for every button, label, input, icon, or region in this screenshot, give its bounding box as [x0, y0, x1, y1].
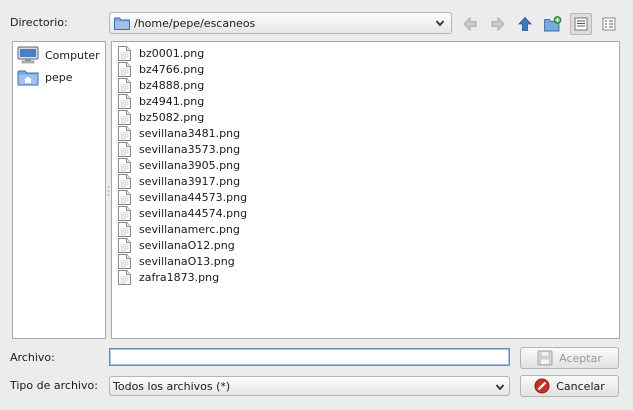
place-label: pepe [45, 70, 73, 84]
file-row[interactable]: sevillana3917.png [118, 173, 240, 189]
file-name: sevillana3905.png [139, 158, 241, 172]
place-label: Computer [45, 48, 100, 62]
parent-folder-button[interactable] [514, 13, 536, 35]
file-name: bz4888.png [139, 78, 205, 92]
up-arrow-icon [518, 16, 532, 31]
cancel-button[interactable]: Cancelar [520, 375, 619, 397]
file-row[interactable]: bz5082.png [118, 109, 204, 125]
file-list: bz0001.png bz4766.png bz4888.png bz4941.png… [111, 41, 620, 339]
icon-view-toggle[interactable] [570, 13, 592, 35]
list-view-toggle[interactable] [598, 13, 620, 35]
forward-arrow-icon [491, 17, 505, 31]
filetype-label: Tipo de archivo: [10, 379, 98, 392]
file-icon [118, 93, 131, 109]
file-name: sevillana44573.png [139, 190, 248, 204]
file-row[interactable]: sevillana44574.png [118, 205, 247, 221]
file-name: sevillanamerc.png [139, 222, 240, 236]
file-icon [118, 237, 131, 253]
file-name: sevillanaO13.png [139, 254, 235, 268]
file-name: bz4766.png [139, 62, 205, 76]
file-name: sevillana44574.png [139, 206, 248, 220]
splitter-handle[interactable] [107, 185, 110, 197]
filename-label: Archivo: [10, 351, 55, 364]
list-view-icon [602, 17, 616, 31]
file-name: zafra1873.png [139, 270, 220, 284]
filetype-selected: Todos los archivos (*) [113, 379, 231, 393]
file-icon [118, 109, 131, 125]
file-icon [118, 77, 131, 93]
file-row[interactable]: sevillana3573.png [118, 141, 240, 157]
file-name: sevillana3573.png [139, 142, 241, 156]
new-folder-button[interactable] [542, 13, 564, 35]
file-row[interactable]: sevillanamerc.png [118, 221, 240, 237]
filename-input[interactable] [109, 348, 510, 366]
forward-button[interactable] [487, 13, 509, 35]
file-row[interactable]: sevillanaO13.png [118, 253, 235, 269]
file-icon [118, 61, 131, 77]
accept-label: Aceptar [559, 351, 602, 365]
icon-view-icon [574, 17, 588, 31]
directory-combobox[interactable]: /home/pepe/escaneos [109, 12, 452, 34]
file-row[interactable]: sevillana44573.png [118, 189, 247, 205]
file-icon [118, 157, 131, 173]
file-icon [118, 205, 131, 221]
file-row[interactable]: bz0001.png [118, 45, 204, 61]
place-computer[interactable]: Computer [17, 46, 100, 64]
home-folder-icon [17, 70, 39, 85]
file-icon [118, 173, 131, 189]
cancel-label: Cancelar [556, 379, 605, 393]
file-icon [118, 269, 131, 285]
file-icon [118, 221, 131, 237]
file-row[interactable]: bz4888.png [118, 77, 204, 93]
file-icon [118, 125, 131, 141]
file-row[interactable]: sevillana3905.png [118, 157, 240, 173]
file-name: sevillanaO12.png [139, 238, 235, 252]
chevron-down-icon [435, 20, 445, 27]
directory-label: Directorio: [10, 16, 68, 29]
file-name: sevillana3917.png [139, 174, 241, 188]
file-icon [118, 141, 131, 157]
file-name: bz4941.png [139, 94, 205, 108]
file-row[interactable]: bz4766.png [118, 61, 204, 77]
file-icon [118, 45, 131, 61]
places-sidebar: Computer pepe [12, 41, 106, 339]
file-name: bz5082.png [139, 110, 205, 124]
accept-button[interactable]: Aceptar [520, 347, 619, 369]
file-row[interactable]: sevillanaO12.png [118, 237, 235, 253]
file-icon [118, 253, 131, 269]
folder-icon [114, 17, 130, 30]
save-icon [537, 350, 553, 366]
back-button[interactable] [459, 13, 481, 35]
back-arrow-icon [463, 17, 477, 31]
chevron-down-icon [495, 384, 505, 391]
file-row[interactable]: zafra1873.png [118, 269, 219, 285]
file-row[interactable]: bz4941.png [118, 93, 204, 109]
file-row[interactable]: sevillana3481.png [118, 125, 240, 141]
computer-icon [17, 46, 39, 64]
cancel-icon [534, 378, 550, 394]
new-folder-icon [544, 16, 562, 32]
directory-path: /home/pepe/escaneos [134, 16, 256, 30]
place-pepe[interactable]: pepe [17, 68, 73, 86]
file-name: sevillana3481.png [139, 126, 241, 140]
file-name: bz0001.png [139, 46, 205, 60]
filetype-combobox[interactable]: Todos los archivos (*) [109, 376, 510, 396]
file-icon [118, 189, 131, 205]
